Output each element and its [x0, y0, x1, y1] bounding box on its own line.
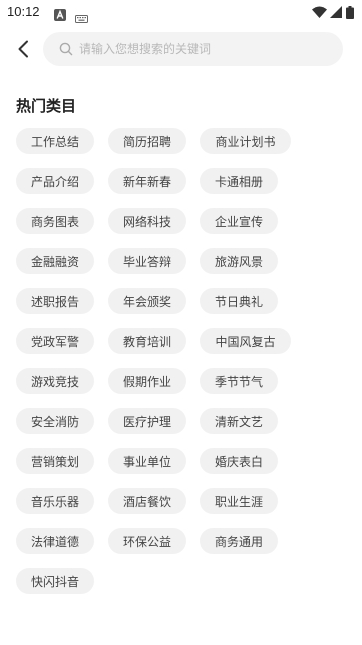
category-tag[interactable]: 工作总结 — [16, 128, 94, 154]
category-tag[interactable]: 商业计划书 — [200, 128, 291, 154]
category-tag[interactable]: 职业生涯 — [200, 488, 278, 514]
search-bar[interactable] — [43, 32, 343, 66]
category-tag[interactable]: 医疗护理 — [108, 408, 186, 434]
category-tag[interactable]: 假期作业 — [108, 368, 186, 394]
hot-categories-grid: 工作总结 简历招聘 商业计划书 产品介绍 新年新春 卡通相册 商务图表 网络科技… — [16, 128, 346, 594]
search-input[interactable] — [79, 42, 319, 56]
category-tag[interactable]: 游戏竞技 — [16, 368, 94, 394]
category-tag[interactable]: 酒店餐饮 — [108, 488, 186, 514]
category-tag[interactable]: 法律道德 — [16, 528, 94, 554]
category-tag[interactable]: 金融融资 — [16, 248, 94, 274]
search-screen: 10:12 请输入您想搜索的关键词 热门类目 工作总结 简历招聘 商业计划书 产… — [0, 0, 362, 645]
category-tag[interactable]: 事业单位 — [108, 448, 186, 474]
status-time: 10:12 — [7, 4, 40, 19]
category-tag[interactable]: 婚庆表白 — [200, 448, 278, 474]
back-button[interactable] — [10, 36, 36, 62]
status-right-icons — [312, 5, 354, 19]
status-bar: 10:12 — [0, 0, 362, 24]
category-tag[interactable]: 商务图表 — [16, 208, 94, 234]
category-tag[interactable]: 快闪抖音 — [16, 568, 94, 594]
category-tag[interactable]: 产品介绍 — [16, 168, 94, 194]
category-tag[interactable]: 企业宣传 — [200, 208, 278, 234]
category-tag[interactable]: 环保公益 — [108, 528, 186, 554]
category-tag[interactable]: 安全消防 — [16, 408, 94, 434]
keyboard-icon — [75, 8, 88, 23]
category-tag[interactable]: 网络科技 — [108, 208, 186, 234]
category-tag[interactable]: 新年新春 — [108, 168, 186, 194]
category-tag[interactable]: 营销策划 — [16, 448, 94, 474]
wifi-icon — [312, 6, 327, 18]
category-tag[interactable]: 季节节气 — [200, 368, 278, 394]
category-tag[interactable]: 清新文艺 — [200, 408, 278, 434]
search-icon — [59, 42, 73, 56]
category-tag[interactable]: 卡通相册 — [200, 168, 278, 194]
category-tag[interactable]: 毕业答辩 — [108, 248, 186, 274]
category-tag[interactable]: 年会颁奖 — [108, 288, 186, 314]
category-tag[interactable]: 音乐乐器 — [16, 488, 94, 514]
hot-categories-title: 热门类目 — [16, 97, 77, 115]
category-tag[interactable]: 商务通用 — [200, 528, 278, 554]
chevron-left-icon — [18, 40, 28, 58]
category-tag[interactable]: 旅游风景 — [200, 248, 278, 274]
category-tag[interactable]: 党政军警 — [16, 328, 94, 354]
category-tag[interactable]: 教育培训 — [108, 328, 186, 354]
signal-icon — [330, 6, 342, 18]
battery-icon — [346, 5, 354, 19]
category-tag[interactable]: 中国风复古 — [200, 328, 291, 354]
a-notification-icon — [54, 6, 66, 21]
category-tag[interactable]: 述职报告 — [16, 288, 94, 314]
category-tag[interactable]: 简历招聘 — [108, 128, 186, 154]
category-tag[interactable]: 节日典礼 — [200, 288, 278, 314]
